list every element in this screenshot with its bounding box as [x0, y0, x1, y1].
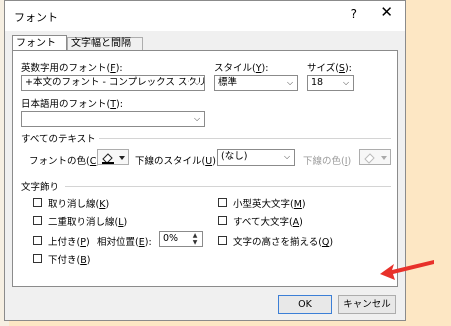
font-dialog: フォント ? ✕ フォント(N) 文字幅と間隔(R) 英数字用のフォント(F):…: [4, 0, 406, 321]
equalize-height-checkbox[interactable]: [218, 236, 227, 245]
subscript-checkbox[interactable]: [33, 254, 42, 263]
latin-font-value: +本文のフォント - コンプレックス スクリプト: [25, 77, 204, 88]
all-text-heading: すべてのテキスト: [21, 134, 96, 145]
all-caps-checkbox[interactable]: [218, 216, 227, 225]
font-color-label: フォントの色(C): [29, 156, 100, 167]
font-color-button[interactable]: [97, 149, 129, 165]
asian-font-combobox[interactable]: ⌵: [21, 111, 205, 127]
divider: [65, 186, 391, 187]
superscript-checkbox[interactable]: [33, 236, 42, 245]
dialog-title: フォント: [14, 11, 58, 24]
asian-font-label: 日本語用のフォント(T):: [21, 99, 123, 110]
chevron-down-icon[interactable]: ⌵: [279, 150, 294, 164]
style-label: スタイル(Y):: [214, 63, 269, 74]
chevron-down-icon[interactable]: ⌵: [338, 76, 353, 90]
offset-label: 相対位置(E):: [97, 237, 152, 248]
latin-font-combobox[interactable]: +本文のフォント - コンプレックス スクリプト ⌵: [21, 75, 205, 91]
title-bar: フォント ? ✕: [5, 1, 405, 31]
size-value: 18: [311, 77, 324, 88]
offset-value: 0%: [163, 233, 179, 244]
ok-button[interactable]: OK: [278, 295, 332, 314]
small-caps-label: 小型英大文字(M): [233, 199, 306, 210]
size-label: サイズ(S):: [307, 63, 352, 74]
double-strikethrough-label: 二重取り消し線(L): [48, 217, 128, 228]
red-arrow-icon: [380, 260, 434, 280]
style-value: 標準: [218, 77, 238, 88]
divider: [99, 138, 391, 139]
latin-font-label: 英数字用のフォント(F):: [21, 63, 123, 74]
underline-style-combobox[interactable]: (なし) ⌵: [217, 149, 295, 166]
all-caps-label: すべて大文字(A): [233, 217, 303, 228]
chevron-down-icon[interactable]: ⌵: [189, 112, 204, 126]
style-combobox[interactable]: 標準 ⌵: [214, 75, 298, 91]
tab-font[interactable]: フォント(N): [12, 35, 67, 64]
effects-heading: 文字飾り: [21, 182, 60, 193]
underline-color-button[interactable]: [359, 149, 391, 165]
size-combobox[interactable]: 18 ⌵: [307, 75, 354, 91]
paint-bucket-icon: [102, 153, 125, 164]
paint-bucket-icon: [364, 153, 387, 164]
chevron-down-icon[interactable]: ⌵: [282, 76, 297, 90]
help-button[interactable]: ?: [351, 7, 357, 21]
offset-spinner[interactable]: 0% ▲ ▼: [159, 231, 203, 247]
chevron-down-icon[interactable]: ⌵: [189, 76, 204, 90]
equalize-height-label: 文字の高さを揃える(Q): [233, 237, 334, 248]
underline-style-label: 下線のスタイル(U): [135, 156, 216, 167]
cancel-button[interactable]: キャンセル: [338, 295, 396, 314]
small-caps-checkbox[interactable]: [218, 198, 227, 207]
spinner-arrows-icon[interactable]: ▲ ▼: [187, 232, 202, 246]
superscript-label: 上付き(P): [48, 237, 90, 248]
double-strikethrough-checkbox[interactable]: [33, 216, 42, 225]
strikethrough-label: 取り消し線(K): [48, 199, 110, 210]
tab-character-spacing[interactable]: 文字幅と間隔(R): [67, 37, 143, 61]
underline-style-value: (なし): [221, 151, 248, 162]
underline-color-label: 下線の色(I): [303, 156, 352, 167]
font-tab-panel: 英数字用のフォント(F): スタイル(Y): サイズ(S): +本文のフォント …: [12, 50, 398, 287]
close-button[interactable]: ✕: [380, 4, 393, 20]
subscript-label: 下付き(B): [48, 255, 91, 266]
strikethrough-checkbox[interactable]: [33, 198, 42, 207]
